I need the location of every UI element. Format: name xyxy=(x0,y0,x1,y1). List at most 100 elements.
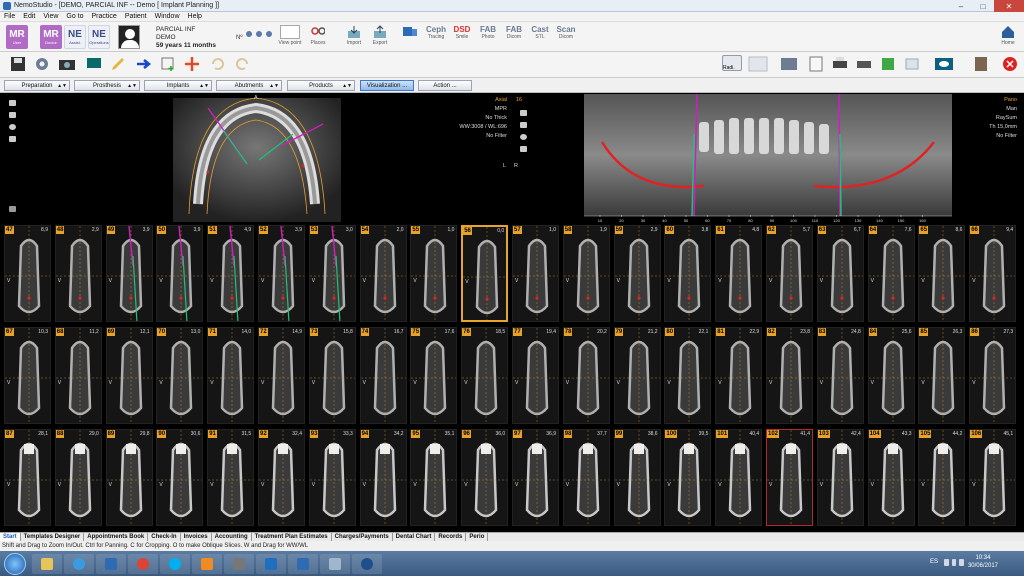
cross-section-slice[interactable]: 92 32,4 V xyxy=(258,429,305,526)
menu-practice[interactable]: Practice xyxy=(88,13,121,20)
taskbar-chrome[interactable] xyxy=(128,553,158,574)
view-eye-icon[interactable] xyxy=(934,56,954,72)
cross-section-slice[interactable]: 55 1,0 V xyxy=(410,225,458,322)
taskbar-nemostudio[interactable] xyxy=(352,553,382,574)
cross-section-slice[interactable]: 61 4,8 V xyxy=(715,225,763,322)
cross-section-slice[interactable]: 90 30,6 V xyxy=(156,429,204,526)
cross-section-slice[interactable]: 83 24,8 V xyxy=(816,327,864,424)
taskbar-window[interactable] xyxy=(320,553,350,574)
cross-section-slice[interactable]: 91 31,5 V xyxy=(207,429,255,526)
cross-section-slice[interactable]: 60 3,8 V xyxy=(664,225,712,322)
close-button[interactable]: ✕ xyxy=(994,0,1024,12)
doctor-tile[interactable]: MR Doctor xyxy=(40,25,62,49)
cross-section-slice[interactable]: 105 44,2 V xyxy=(918,429,966,526)
taskbar-skype[interactable] xyxy=(160,553,190,574)
pano-image-icon[interactable] xyxy=(520,122,527,128)
settings-gear-icon[interactable] xyxy=(34,56,50,72)
language-indicator[interactable]: ES xyxy=(930,559,938,565)
cross-section-slice[interactable]: 103 42,4 V xyxy=(816,429,864,526)
radiology-button[interactable]: Radi. xyxy=(722,55,742,71)
cross-section-slice[interactable]: 71 14,0 V xyxy=(207,327,255,424)
cross-section-slice[interactable]: 72 14,9 V xyxy=(258,327,305,424)
panoramic-ct-image[interactable] xyxy=(514,94,1021,223)
resize-arrows-icon[interactable] xyxy=(9,206,16,212)
cross-section-slice[interactable]: 57 1,0 V xyxy=(512,225,559,322)
cross-section-slice[interactable]: 97 36,9 V xyxy=(512,429,559,526)
print-preview-icon[interactable] xyxy=(856,56,872,72)
panoramic-view[interactable]: 16 R Pano Man RaySum Th 15,0mm No Filter… xyxy=(514,94,1021,223)
cross-section-slice[interactable]: 77 19,4 V xyxy=(512,327,559,424)
cross-section-slice[interactable]: 59 2,9 V xyxy=(613,225,661,322)
taskbar-nemo1[interactable] xyxy=(96,553,126,574)
cross-section-slice[interactable]: 54 2,0 V xyxy=(359,225,407,322)
device-icon[interactable] xyxy=(972,56,992,72)
tab-perio[interactable]: Perio xyxy=(466,533,489,541)
import-button[interactable]: Import xyxy=(342,25,366,51)
cross-section-slice[interactable]: 47 8,9 V xyxy=(4,225,51,322)
pano-globe-icon[interactable] xyxy=(520,134,527,140)
cross-section-slice[interactable]: 63 6,7 V xyxy=(816,225,864,322)
menu-edit[interactable]: Edit xyxy=(19,13,39,20)
user-tile[interactable]: MR User xyxy=(6,25,28,49)
cross-section-slice[interactable]: 87 28,1 V xyxy=(4,429,51,526)
cross-section-slice[interactable]: 78 20,2 V xyxy=(562,327,610,424)
taskbar-explorer[interactable] xyxy=(32,553,62,574)
tab-abutments[interactable]: Abutments ▲▼ xyxy=(216,80,282,91)
menu-patient[interactable]: Patient xyxy=(121,13,151,20)
tab-charges-payments[interactable]: Charges/Payments xyxy=(332,533,393,541)
cross-section-slice[interactable]: 85 26,3 V xyxy=(918,327,966,424)
cross-section-slice[interactable]: 104 43,3 V xyxy=(867,429,915,526)
camera-icon[interactable] xyxy=(58,56,82,72)
cross-section-slice[interactable]: 58 1,9 V xyxy=(562,225,610,322)
cross-section-slice[interactable]: 79 21,2 V xyxy=(613,327,661,424)
cross-section-slice[interactable]: 70 13,0 V xyxy=(156,327,204,424)
cross-section-slice[interactable]: 66 9,4 V xyxy=(969,225,1017,322)
menu-goto[interactable]: Go to xyxy=(62,13,87,20)
cross-section-slice[interactable]: 96 36,0 V xyxy=(461,429,509,526)
cross-section-slice[interactable]: 89 29,8 V xyxy=(105,429,153,526)
operations-tile[interactable]: NE Operations xyxy=(88,25,110,49)
tab-prosthesis[interactable]: Prosthesis ▲▼ xyxy=(74,80,140,91)
window-layout-icon[interactable] xyxy=(780,56,800,72)
exit-icon[interactable] xyxy=(1002,56,1018,72)
tab-appointments-book[interactable]: Appointments Book xyxy=(84,533,149,541)
cross-section-slice[interactable]: 99 38,6 V xyxy=(613,429,661,526)
cross-section-slice[interactable]: 67 10,3 V xyxy=(4,327,51,424)
menu-window[interactable]: Window xyxy=(151,13,184,20)
cross-section-slice[interactable]: 73 15,8 V xyxy=(308,327,356,424)
patient-tools-icon[interactable] xyxy=(244,25,274,39)
cross-section-slice[interactable]: 65 8,6 V xyxy=(918,225,966,322)
cross-section-slice[interactable]: 106 45,1 V xyxy=(969,429,1017,526)
cross-section-slice[interactable]: 68 11,2 V xyxy=(54,327,102,424)
cross-section-slice[interactable]: 82 23,8 V xyxy=(766,327,813,424)
maximize-button[interactable]: □ xyxy=(972,0,994,12)
fab-photo-button[interactable]: FAB Photo xyxy=(476,25,500,51)
tab-implants[interactable]: Implants ▲▼ xyxy=(144,80,212,91)
dicom-viewer-button[interactable] xyxy=(398,25,422,51)
globe-icon[interactable] xyxy=(9,124,16,130)
cross-section-slice[interactable]: 86 27,3 V xyxy=(969,327,1017,424)
pencil-icon[interactable] xyxy=(110,56,126,72)
tab-start[interactable]: Start xyxy=(0,533,21,541)
taskbar-media[interactable] xyxy=(192,553,222,574)
tab-records[interactable]: Records xyxy=(435,533,467,541)
tab-visualization[interactable]: Visualization ... xyxy=(360,80,414,91)
taskbar-outlook[interactable] xyxy=(256,553,286,574)
dsd-button[interactable]: DSD Smile xyxy=(450,25,474,51)
cross-section-slice[interactable]: 51 4,9 V xyxy=(207,225,255,322)
taskbar-calculator[interactable] xyxy=(224,553,254,574)
tab-dental-chart[interactable]: Dental Chart xyxy=(393,533,436,541)
menu-help[interactable]: Help xyxy=(184,13,206,20)
cross-section-slice[interactable]: 49 3,9 V xyxy=(105,225,153,322)
tab-preparation[interactable]: Preparation ▲▼ xyxy=(4,80,70,91)
cross-section-slice[interactable]: 69 12,1 V xyxy=(105,327,153,424)
cross-section-slice[interactable]: 102 41,4 V xyxy=(766,429,813,526)
cross-section-slice[interactable]: 52 3,9 V xyxy=(258,225,305,322)
taskbar-nemo2[interactable] xyxy=(288,553,318,574)
cross-section-slice[interactable]: 64 7,6 V xyxy=(867,225,915,322)
taskbar-ie[interactable] xyxy=(64,553,94,574)
cross-section-slice[interactable]: 95 35,1 V xyxy=(410,429,458,526)
ceph-button[interactable]: Ceph Tracing xyxy=(424,25,448,51)
minimize-button[interactable]: – xyxy=(950,0,972,12)
pano-download-icon[interactable] xyxy=(520,146,527,152)
